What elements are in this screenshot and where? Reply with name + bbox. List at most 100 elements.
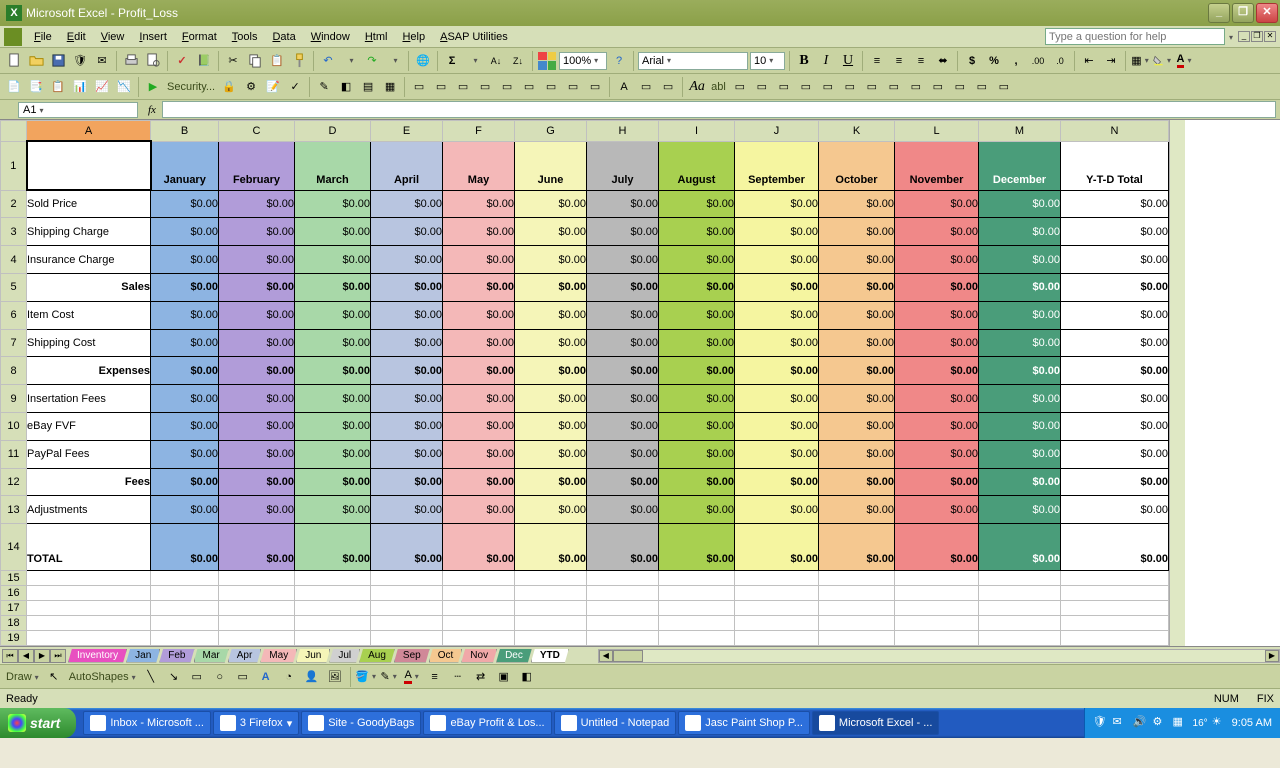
cell[interactable] [443,570,515,585]
cell[interactable]: $0.00 [219,440,295,468]
cell[interactable] [735,570,819,585]
cell[interactable]: $0.00 [895,440,979,468]
menu-asap-utilities[interactable]: ASAP Utilities [433,29,515,45]
cell[interactable]: $0.00 [979,329,1061,357]
cell[interactable] [443,600,515,615]
row-label[interactable]: Sales [27,273,151,301]
cell[interactable]: $0.00 [659,329,735,357]
cell-header-February[interactable]: February [219,141,295,190]
cell[interactable]: $0.00 [735,468,819,496]
row-header-19[interactable]: 19 [1,630,27,645]
cell[interactable] [979,600,1061,615]
cell[interactable]: $0.00 [151,246,219,274]
arrow-style-button[interactable]: ⇄ [471,667,491,687]
tb2-b7[interactable]: ▭ [541,77,561,97]
name-box[interactable]: A1 [18,102,138,118]
sheet-tab-ytd[interactable]: YTD [531,649,569,663]
cell[interactable]: $0.00 [151,385,219,413]
cell[interactable]: $0.00 [151,218,219,246]
cell[interactable]: $0.00 [895,301,979,329]
fill-color-button[interactable] [1152,51,1172,71]
tb2-1[interactable]: 📄 [4,77,24,97]
sheet-tab-sep[interactable]: Sep [394,649,430,663]
cell-header-Y-T-D Total[interactable]: Y-T-D Total [1061,141,1169,190]
vertical-scrollbar[interactable] [1169,120,1185,646]
cell[interactable]: $0.00 [659,468,735,496]
currency-button[interactable]: $ [962,51,982,71]
cell[interactable]: $0.00 [819,190,895,218]
menu-file[interactable]: File [27,29,59,45]
tray-clock[interactable]: 9:05 AM [1232,717,1272,729]
cell[interactable]: $0.00 [151,468,219,496]
cell[interactable]: $0.00 [587,246,659,274]
cell[interactable]: $0.00 [1061,329,1169,357]
redo-dropdown[interactable] [384,51,404,71]
cell[interactable]: $0.00 [1061,301,1169,329]
sheet-tab-jul[interactable]: Jul [329,649,360,663]
cell[interactable] [735,585,819,600]
row-header-11[interactable]: 11 [1,440,27,468]
align-center-button[interactable]: ≡ [889,51,909,71]
cell[interactable]: $0.00 [151,301,219,329]
cell[interactable]: $0.00 [151,273,219,301]
cell[interactable] [151,615,219,630]
draw-menu[interactable]: Draw [4,671,41,683]
cell[interactable]: $0.00 [371,468,443,496]
cell[interactable]: $0.00 [443,273,515,301]
cell[interactable] [151,585,219,600]
cell[interactable]: $0.00 [443,218,515,246]
cell[interactable] [659,570,735,585]
taskbar-item[interactable]: Untitled - Notepad [554,711,677,735]
tb2-b5[interactable]: ▭ [497,77,517,97]
cell[interactable]: $0.00 [371,440,443,468]
cell[interactable]: $0.00 [219,524,295,570]
cell[interactable] [151,630,219,645]
start-button[interactable]: start [0,708,76,738]
tb2-6[interactable]: 📉 [114,77,134,97]
tab-nav-next[interactable]: ▶ [34,649,50,663]
tb2-d1[interactable]: ▭ [730,77,750,97]
cell[interactable] [895,630,979,645]
cell[interactable]: $0.00 [735,413,819,441]
cell[interactable] [587,570,659,585]
fill-color-draw-button[interactable]: 🪣 [356,667,376,687]
cell[interactable]: $0.00 [295,329,371,357]
rectangle-button[interactable]: ▭ [187,667,207,687]
cell[interactable] [515,630,587,645]
cell[interactable]: $0.00 [979,496,1061,524]
cell[interactable]: $0.00 [443,357,515,385]
tb2-d11[interactable]: ▭ [950,77,970,97]
cell[interactable]: $0.00 [295,413,371,441]
increase-decimal-button[interactable]: .00 [1028,51,1048,71]
col-header-K[interactable]: K [819,121,895,142]
cell[interactable]: $0.00 [659,496,735,524]
cell[interactable]: $0.00 [587,218,659,246]
cell[interactable]: $0.00 [295,246,371,274]
font-combo[interactable]: Arial [638,52,748,70]
cell[interactable]: $0.00 [819,329,895,357]
tray-temp[interactable]: 16° [1193,718,1208,729]
sheet-tab-apr[interactable]: Apr [228,649,262,663]
shadow-button[interactable]: ▣ [494,667,514,687]
doc-minimize-button[interactable]: _ [1238,31,1250,42]
cell[interactable]: $0.00 [1061,385,1169,413]
taskbar-item[interactable]: Jasc Paint Shop P... [678,711,810,735]
cell[interactable]: $0.00 [735,190,819,218]
taskbar-item[interactable]: Inbox - Microsoft ... [83,711,211,735]
tray-icon[interactable]: 🛡 [1093,715,1109,731]
tb2-a2[interactable]: ◧ [336,77,356,97]
cell[interactable]: $0.00 [219,468,295,496]
tray-icon[interactable]: ⚙ [1153,715,1169,731]
comma-button[interactable]: , [1006,51,1026,71]
menu-insert[interactable]: Insert [132,29,174,45]
cell[interactable]: $0.00 [587,496,659,524]
format-painter-button[interactable] [289,51,309,71]
tb2-c2[interactable]: ▭ [636,77,656,97]
cell[interactable] [1061,600,1169,615]
cell[interactable]: $0.00 [979,440,1061,468]
cell[interactable]: $0.00 [895,468,979,496]
zoom-combo[interactable]: 100% [559,52,607,70]
cell[interactable]: $0.00 [659,440,735,468]
font-color-draw-button[interactable]: A [402,667,422,687]
tab-nav-prev[interactable]: ◀ [18,649,34,663]
